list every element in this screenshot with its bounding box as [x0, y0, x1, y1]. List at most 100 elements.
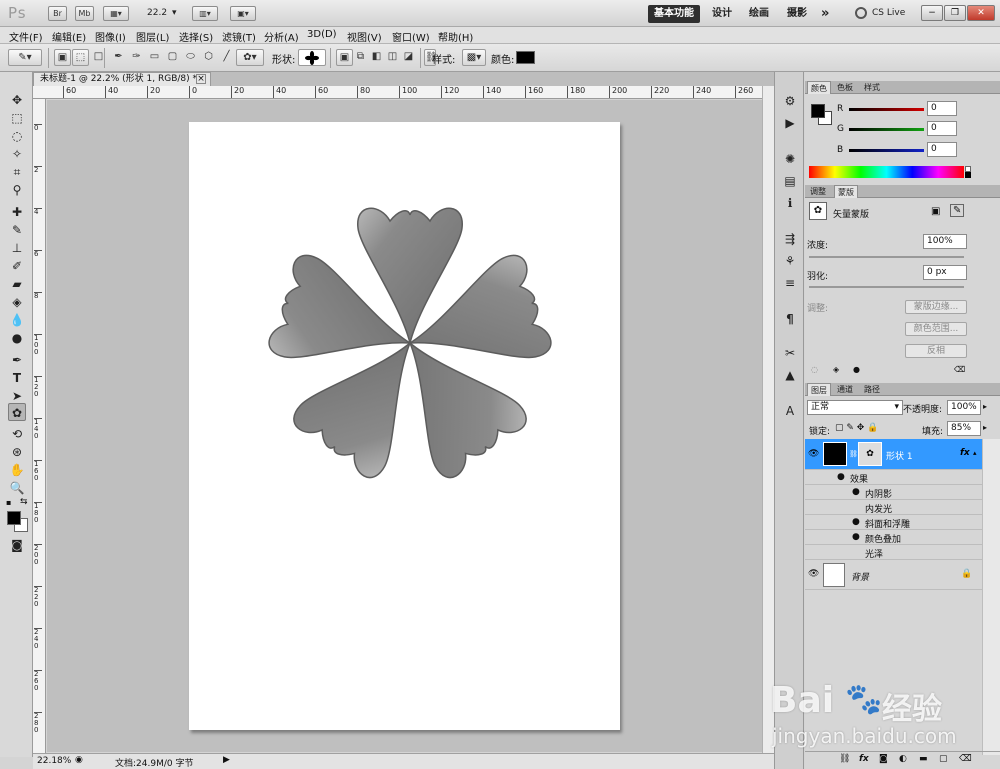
status-menu-arrow-icon[interactable]: ▶ — [223, 755, 230, 765]
tab-swatches[interactable]: 色板 — [834, 81, 856, 94]
dodge-tool-icon[interactable]: ● — [8, 329, 26, 347]
workspace-painting[interactable]: 绘画 — [743, 5, 775, 23]
effect-satin[interactable]: 光泽 — [805, 545, 982, 560]
menu-window[interactable]: 窗口(W) — [392, 29, 430, 44]
tab-styles[interactable]: 样式 — [861, 81, 883, 94]
new-adjustment-icon[interactable]: ◐ — [899, 754, 907, 764]
cs-live-button[interactable]: CS Live — [872, 8, 905, 18]
fill-field[interactable]: 85% — [947, 421, 981, 436]
status-info-icon[interactable]: ◉ — [75, 755, 83, 765]
black-chip[interactable] — [965, 172, 971, 178]
menu-analysis[interactable]: 分析(A) — [264, 29, 299, 44]
default-colors-icon[interactable]: ▪ — [6, 498, 11, 507]
layer-row-background[interactable]: 👁 背景 🔒 — [805, 560, 982, 590]
close-button[interactable]: ✕ — [967, 5, 995, 21]
restore-button[interactable]: ❐ — [944, 5, 966, 21]
zoom-status[interactable]: 22.18% — [37, 756, 71, 766]
character-panel-icon[interactable]: A — [781, 402, 799, 420]
healing-brush-icon[interactable]: ✚ — [8, 203, 26, 221]
add-to-shape-area-icon[interactable]: ⧉ — [352, 49, 369, 66]
ellipse-icon[interactable]: ⬭ — [182, 49, 199, 66]
custom-shape-icon[interactable]: ✿▾ — [236, 49, 264, 66]
eye-icon[interactable]: ● — [852, 532, 860, 542]
opacity-field[interactable]: 100% — [947, 400, 981, 415]
add-mask-icon[interactable]: ◙ — [879, 754, 888, 764]
eraser-tool-icon[interactable]: ▰ — [8, 275, 26, 293]
intersect-shape-area-icon[interactable]: ◫ — [384, 49, 401, 66]
hand-tool-icon[interactable]: ✋ — [8, 461, 26, 479]
foreground-color-swatch[interactable] — [7, 511, 21, 525]
fill-arrow-icon[interactable]: ▸ — [983, 423, 987, 432]
paint-bucket-icon[interactable]: ◈ — [8, 293, 26, 311]
effects-row[interactable]: ● 效果 — [805, 470, 982, 485]
vector-mask-thumb[interactable]: ✿ — [858, 442, 882, 466]
delete-layer-icon[interactable]: ⌫ — [959, 754, 972, 764]
shape-picker[interactable] — [298, 49, 326, 66]
style-picker[interactable]: ▩▾ — [462, 49, 486, 66]
workspace-more-button[interactable]: » — [815, 5, 835, 23]
tab-masks[interactable]: 蒙版 — [834, 185, 858, 198]
workspace-design[interactable]: 设计 — [706, 5, 738, 23]
eye-icon[interactable]: ● — [852, 487, 860, 497]
zoom-level[interactable]: 22.2 — [147, 8, 167, 18]
mask-edge-button[interactable]: 蒙版边缘... — [905, 300, 967, 314]
clover-shape[interactable] — [189, 122, 620, 730]
eyedropper-tool-icon[interactable]: ⚲ — [8, 181, 26, 199]
swap-colors-icon[interactable]: ⇆ — [20, 497, 28, 507]
effect-bevel-emboss[interactable]: ● 斜面和浮雕 — [805, 515, 982, 530]
new-group-icon[interactable]: ▬ — [919, 754, 928, 764]
3d-panel-icon[interactable]: ✺ — [781, 150, 799, 168]
eye-icon[interactable]: 👁 — [808, 449, 819, 459]
fg-color-chip[interactable] — [811, 104, 825, 118]
tab-paths[interactable]: 路径 — [861, 383, 883, 396]
eye-icon[interactable]: 👁 — [808, 569, 819, 579]
3d-rotate-icon[interactable]: ⟲ — [8, 425, 26, 443]
workspace-photography[interactable]: 摄影 — [781, 5, 813, 23]
3d-orbit-icon[interactable]: ⊛ — [8, 443, 26, 461]
quick-mask-icon[interactable]: ◙ — [8, 536, 26, 554]
layer-row-shape[interactable]: 👁 ⛓ ✿ 形状 1 fx ▴ — [805, 439, 982, 470]
zoom-tool-icon[interactable]: 🔍 — [8, 479, 26, 497]
freeform-pen-icon[interactable]: ✑ — [128, 49, 145, 66]
marquee-tool-icon[interactable]: ⬚ — [8, 109, 26, 127]
clone-stamp-icon[interactable]: ⊥ — [8, 239, 26, 257]
actions-panel-icon[interactable]: ▶ — [781, 114, 799, 132]
screen-mode-button[interactable]: ▣▾ — [230, 6, 256, 21]
link-layers-icon[interactable]: ⛓ — [839, 754, 850, 764]
new-layer-icon[interactable]: ▢ — [939, 754, 948, 764]
vertical-scrollbar[interactable] — [762, 86, 774, 753]
effect-color-overlay[interactable]: ● 颜色叠加 — [805, 530, 982, 545]
menu-help[interactable]: 帮助(H) — [438, 29, 473, 44]
tab-adjustments[interactable]: 调整 — [807, 185, 829, 198]
tool-presets-icon[interactable]: ≡ — [781, 274, 799, 292]
g-value-field[interactable]: 0 — [927, 121, 957, 136]
lasso-tool-icon[interactable]: ◌ — [8, 127, 26, 145]
delete-mask-icon[interactable]: ⌫ — [954, 365, 965, 374]
line-icon[interactable]: ╱ — [218, 49, 235, 66]
character-tools-icon[interactable]: ✂ — [781, 344, 799, 362]
paths-mode-icon[interactable]: ⬚ — [72, 49, 89, 66]
minimize-button[interactable]: − — [921, 5, 943, 21]
shape-color-swatch[interactable] — [516, 51, 535, 64]
color-spectrum-bar[interactable] — [809, 166, 964, 178]
zoom-dropdown-icon[interactable]: ▾ — [172, 8, 177, 18]
link-icon[interactable]: ⛓ — [849, 450, 858, 458]
paragraph-panel-icon[interactable]: ¶ — [781, 310, 799, 328]
close-document-icon[interactable]: × — [196, 74, 206, 84]
feather-slider[interactable] — [809, 286, 964, 288]
custom-shape-tool-icon[interactable]: ✿ — [8, 403, 26, 421]
workspace-essentials[interactable]: 基本功能 — [648, 5, 700, 23]
density-field[interactable]: 100% — [923, 234, 967, 249]
lock-icons[interactable]: ▢ ✎ ✥ 🔒 — [835, 423, 878, 433]
b-slider[interactable] — [849, 149, 924, 152]
b-value-field[interactable]: 0 — [927, 142, 957, 157]
fx-icon[interactable]: fx — [960, 448, 970, 458]
document-tab[interactable]: 未标题-1 @ 22.2% (形状 1, RGB/8) * × — [33, 72, 211, 86]
history-brush-icon[interactable]: ✐ — [8, 257, 26, 275]
arrange-documents-button[interactable]: ▥▾ — [192, 6, 218, 21]
r-slider[interactable] — [849, 108, 924, 111]
layer-name[interactable]: 形状 1 — [886, 449, 913, 462]
eye-icon[interactable]: ● — [852, 517, 860, 527]
quick-select-tool-icon[interactable]: ✧ — [8, 145, 26, 163]
info-panel-icon[interactable]: ℹ — [781, 194, 799, 212]
